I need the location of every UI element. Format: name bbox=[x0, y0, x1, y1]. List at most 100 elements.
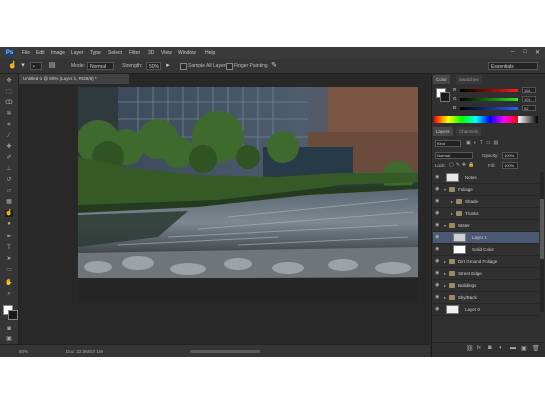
layer-row[interactable]: ◉ ▾ Water bbox=[433, 220, 539, 232]
marquee-tool-icon[interactable]: ⬚ bbox=[5, 89, 13, 96]
new-group-icon[interactable]: ▬ bbox=[510, 345, 516, 351]
visibility-eye-icon[interactable]: ◉ bbox=[435, 295, 440, 300]
quick-mask-icon[interactable]: ◙ bbox=[5, 326, 13, 333]
visibility-eye-icon[interactable]: ◉ bbox=[435, 247, 440, 252]
shape-icon[interactable]: ▭ bbox=[5, 267, 13, 274]
brush-size-picker[interactable]: • bbox=[30, 62, 42, 70]
brush-icon[interactable]: ✐ bbox=[5, 155, 13, 162]
visibility-eye-icon[interactable]: ◉ bbox=[435, 271, 440, 276]
path-select-icon[interactable]: ➤ bbox=[5, 256, 13, 263]
hand-icon[interactable]: ✋ bbox=[5, 280, 13, 287]
visibility-eye-icon[interactable]: ◉ bbox=[435, 187, 440, 192]
tab-color[interactable]: Color bbox=[433, 75, 450, 84]
expand-arrow-icon[interactable]: ▸ bbox=[451, 211, 453, 216]
menu-image[interactable]: Image bbox=[51, 50, 65, 56]
menu-help[interactable]: Help bbox=[205, 50, 215, 56]
history-brush-icon[interactable]: ↺ bbox=[5, 177, 13, 184]
color-ramp[interactable] bbox=[434, 116, 518, 123]
color-ramp-gray[interactable] bbox=[518, 116, 538, 123]
horizontal-scrollbar[interactable] bbox=[190, 350, 260, 353]
menu-edit[interactable]: Edit bbox=[36, 50, 45, 56]
fill-input[interactable]: 100% bbox=[502, 162, 518, 169]
link-layers-icon[interactable]: ⛓ bbox=[466, 345, 474, 352]
menu-window[interactable]: Window bbox=[178, 50, 196, 56]
smudge-icon[interactable]: ☝ bbox=[5, 210, 13, 217]
visibility-eye-icon[interactable]: ◉ bbox=[435, 283, 440, 288]
blend-mode-select[interactable]: Normal bbox=[435, 152, 473, 159]
visibility-eye-icon[interactable]: ◉ bbox=[435, 223, 440, 228]
opacity-input[interactable]: 100% bbox=[502, 152, 518, 159]
green-slider[interactable] bbox=[460, 98, 518, 101]
blue-slider[interactable] bbox=[460, 107, 518, 110]
tab-swatches[interactable]: Swatches bbox=[456, 75, 482, 84]
chevron-down-icon[interactable]: ▾ bbox=[19, 62, 27, 70]
canvas[interactable] bbox=[76, 87, 418, 301]
strength-input[interactable]: 50% bbox=[146, 62, 161, 70]
layer-row[interactable]: ◉ ▸ Street Edge bbox=[433, 268, 539, 280]
menu-filter[interactable]: Filter bbox=[129, 50, 140, 56]
stamp-icon[interactable]: ⊥ bbox=[5, 166, 13, 173]
move-tool-icon[interactable]: ✥ bbox=[5, 78, 13, 85]
chevron-right-icon[interactable]: ▸ bbox=[164, 62, 172, 70]
layer-mask-icon[interactable]: ◙ bbox=[488, 345, 492, 351]
layer-row[interactable]: ◉ ▾ Foliage bbox=[433, 184, 539, 196]
screen-mode-icon[interactable]: ▣ bbox=[5, 336, 13, 343]
tab-channels[interactable]: Channels bbox=[456, 127, 482, 136]
mode-select[interactable]: Normal bbox=[87, 62, 114, 70]
menu-layer[interactable]: Layer bbox=[71, 50, 84, 56]
blue-value[interactable]: 92 bbox=[522, 105, 536, 111]
pen-icon[interactable]: ✒ bbox=[5, 234, 13, 241]
bg-color-chip[interactable] bbox=[440, 92, 450, 102]
menu-view[interactable]: View bbox=[161, 50, 172, 56]
layer-style-icon[interactable]: fx bbox=[477, 345, 481, 351]
visibility-eye-icon[interactable]: ◉ bbox=[435, 259, 440, 264]
visibility-eye-icon[interactable]: ◉ bbox=[435, 235, 440, 240]
zoom-icon[interactable]: ⌕ bbox=[5, 291, 13, 298]
brush-panel-icon[interactable]: ▤ bbox=[48, 62, 56, 70]
type-icon[interactable]: T bbox=[5, 245, 13, 252]
lasso-tool-icon[interactable]: ↀ bbox=[5, 100, 13, 107]
menu-file[interactable]: File bbox=[22, 50, 30, 56]
red-value[interactable]: 114 bbox=[522, 87, 536, 93]
expand-arrow-icon[interactable]: ▾ bbox=[444, 223, 446, 228]
visibility-eye-icon[interactable]: ◉ bbox=[435, 175, 440, 180]
new-layer-icon[interactable]: ▣ bbox=[521, 345, 527, 352]
filter-kind-select[interactable]: Kind bbox=[435, 140, 461, 147]
layer-row[interactable]: ◉ ▸ Trunks bbox=[433, 208, 539, 220]
layer-row[interactable]: ◉ ▸ Shade bbox=[433, 196, 539, 208]
visibility-eye-icon[interactable]: ◉ bbox=[435, 211, 440, 216]
zoom-level[interactable]: 50% bbox=[19, 349, 28, 354]
smudge-tool-preset-icon[interactable]: ☝ bbox=[8, 62, 17, 70]
layer-row[interactable]: ◉ Layer 0 bbox=[433, 304, 539, 316]
layers-scroll-thumb[interactable] bbox=[540, 199, 544, 259]
visibility-eye-icon[interactable]: ◉ bbox=[435, 307, 440, 312]
layer-row[interactable]: ◉ ▸ Dirt Ground Foliage bbox=[433, 256, 539, 268]
tab-layers[interactable]: Layers bbox=[433, 127, 453, 136]
eraser-icon[interactable]: ▱ bbox=[5, 188, 13, 195]
delete-layer-icon[interactable]: 🗑 bbox=[532, 345, 540, 352]
minimize-icon[interactable]: – bbox=[511, 49, 514, 55]
pressure-icon[interactable]: ✎ bbox=[270, 62, 278, 70]
close-icon[interactable]: ✕ bbox=[535, 49, 540, 56]
menu-type[interactable]: Type bbox=[90, 50, 101, 56]
menu-select[interactable]: Select bbox=[108, 50, 122, 56]
layer-row-selected[interactable]: ◉ Layer 1 bbox=[433, 232, 539, 244]
maximize-icon[interactable]: □ bbox=[523, 49, 527, 55]
lock-icons[interactable]: ▢✎✥🔒 bbox=[449, 162, 476, 168]
sample-all-layers-checkbox[interactable] bbox=[180, 63, 187, 70]
adjustment-layer-icon[interactable]: ◐ bbox=[499, 345, 503, 351]
heal-icon[interactable]: ✚ bbox=[5, 144, 13, 151]
layer-row[interactable]: ◉ ▸ Buildings bbox=[433, 280, 539, 292]
layer-row[interactable]: ◉ ▸ Sky/Back bbox=[433, 292, 539, 304]
filter-icons[interactable]: ▣◐T▭▤ bbox=[466, 140, 501, 146]
green-value[interactable]: 101 bbox=[522, 96, 536, 102]
menu-3d[interactable]: 3D bbox=[148, 50, 154, 56]
expand-arrow-icon[interactable]: ▸ bbox=[444, 259, 446, 264]
crop-icon[interactable]: ⌗ bbox=[5, 122, 13, 129]
layer-row[interactable]: ◉ Solid Color bbox=[433, 244, 539, 256]
red-slider[interactable] bbox=[460, 89, 518, 92]
workspace-select[interactable]: Essentials bbox=[488, 62, 538, 70]
expand-arrow-icon[interactable]: ▸ bbox=[444, 283, 446, 288]
layer-row[interactable]: ◉ Notes bbox=[433, 172, 539, 184]
background-color-swatch[interactable] bbox=[8, 310, 18, 320]
